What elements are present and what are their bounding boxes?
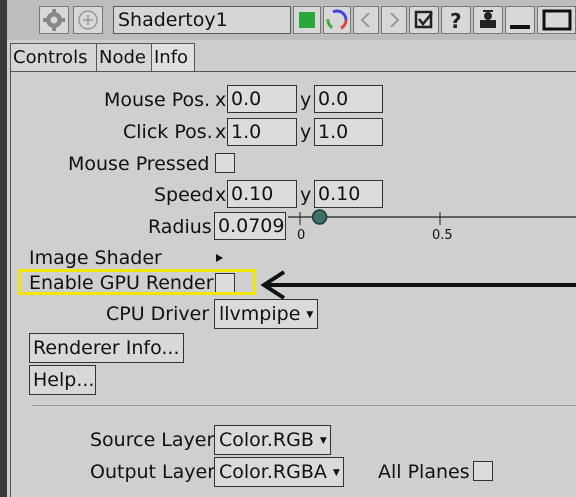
speed-x-label: x <box>215 184 227 206</box>
arrow-left-icon[interactable] <box>353 6 379 34</box>
help-icon[interactable]: ? <box>441 6 471 34</box>
output-layer-value: Color.RGBA <box>219 461 327 483</box>
slider-tick-label-0: 0 <box>297 228 306 243</box>
svg-text:?: ? <box>450 9 462 33</box>
radius-label: Radius <box>148 216 212 238</box>
all-planes-checkbox[interactable] <box>473 461 493 481</box>
output-layer-label: Output Layer <box>90 461 216 483</box>
color-wheel-icon[interactable] <box>323 6 351 34</box>
slider-handle[interactable] <box>311 209 328 225</box>
speed-y-label: y <box>300 184 312 206</box>
cpu-driver-value: llvmpipe <box>219 303 301 325</box>
arrow-right-icon[interactable] <box>381 6 407 34</box>
help-button[interactable]: Help... <box>29 365 96 395</box>
mouse-pressed-checkbox[interactable] <box>215 153 235 173</box>
output-layer-select[interactable]: Color.RGBA ▼ <box>214 457 344 487</box>
source-layer-label: Source Layer <box>90 429 215 451</box>
color-swatch-icon[interactable] <box>293 6 321 34</box>
radius-slider[interactable] <box>286 206 576 236</box>
click-pos-x-label: x <box>215 121 227 143</box>
renderer-info-button[interactable]: Renderer Info... <box>29 333 184 363</box>
gear-icon[interactable] <box>39 6 69 34</box>
mouse-pos-y-input[interactable]: 0.0 <box>314 85 383 113</box>
annotation-arrow <box>260 270 576 300</box>
image-shader-label: Image Shader <box>29 247 162 269</box>
speed-x-input[interactable]: 0.10 <box>227 180 297 208</box>
sticker-icon[interactable] <box>473 6 503 34</box>
window-left-edge <box>0 0 7 497</box>
dropdown-arrow-icon: ▼ <box>332 467 340 478</box>
cpu-driver-select[interactable]: llvmpipe ▼ <box>214 299 318 329</box>
mouse-pressed-label: Mouse Pressed <box>68 153 210 175</box>
add-icon[interactable] <box>73 6 103 34</box>
click-pos-y-label: y <box>300 121 312 143</box>
radius-input[interactable]: 0.0709 <box>214 212 286 240</box>
highlight-box <box>18 269 256 295</box>
dropdown-arrow-icon: ▼ <box>319 435 327 446</box>
mouse-pos-y-label: y <box>300 89 312 111</box>
tab-info[interactable]: Info <box>151 43 195 72</box>
node-title-field[interactable]: Shadertoy1 <box>113 6 291 34</box>
mouse-pos-x-label: x <box>215 89 227 111</box>
all-planes-label: All Planes <box>378 461 470 483</box>
source-layer-value: Color.RGB <box>219 429 314 451</box>
click-pos-label: Click Pos. <box>123 121 213 143</box>
minimize-icon[interactable] <box>505 6 535 34</box>
mouse-pos-x-input[interactable]: 0.0 <box>227 85 297 113</box>
tab-node[interactable]: Node <box>96 43 152 71</box>
speed-y-input[interactable]: 0.10 <box>314 180 383 208</box>
maximize-icon[interactable] <box>537 6 576 34</box>
click-pos-y-input[interactable]: 1.0 <box>314 118 383 146</box>
cpu-driver-label: CPU Driver <box>106 303 210 325</box>
tab-controls[interactable]: Controls <box>10 43 97 71</box>
click-pos-x-input[interactable]: 1.0 <box>227 118 297 146</box>
expand-arrow-icon[interactable] <box>215 252 225 264</box>
mouse-pos-label: Mouse Pos. <box>104 89 211 111</box>
checkbox-icon[interactable] <box>409 6 439 34</box>
speed-label: Speed <box>154 184 214 206</box>
slider-tick-label-0-5: 0.5 <box>432 228 453 243</box>
section-divider <box>32 405 576 406</box>
source-layer-select[interactable]: Color.RGB ▼ <box>214 425 331 455</box>
dropdown-arrow-icon: ▼ <box>306 309 314 320</box>
title-toolbar: Shadertoy1 ? <box>7 0 576 40</box>
